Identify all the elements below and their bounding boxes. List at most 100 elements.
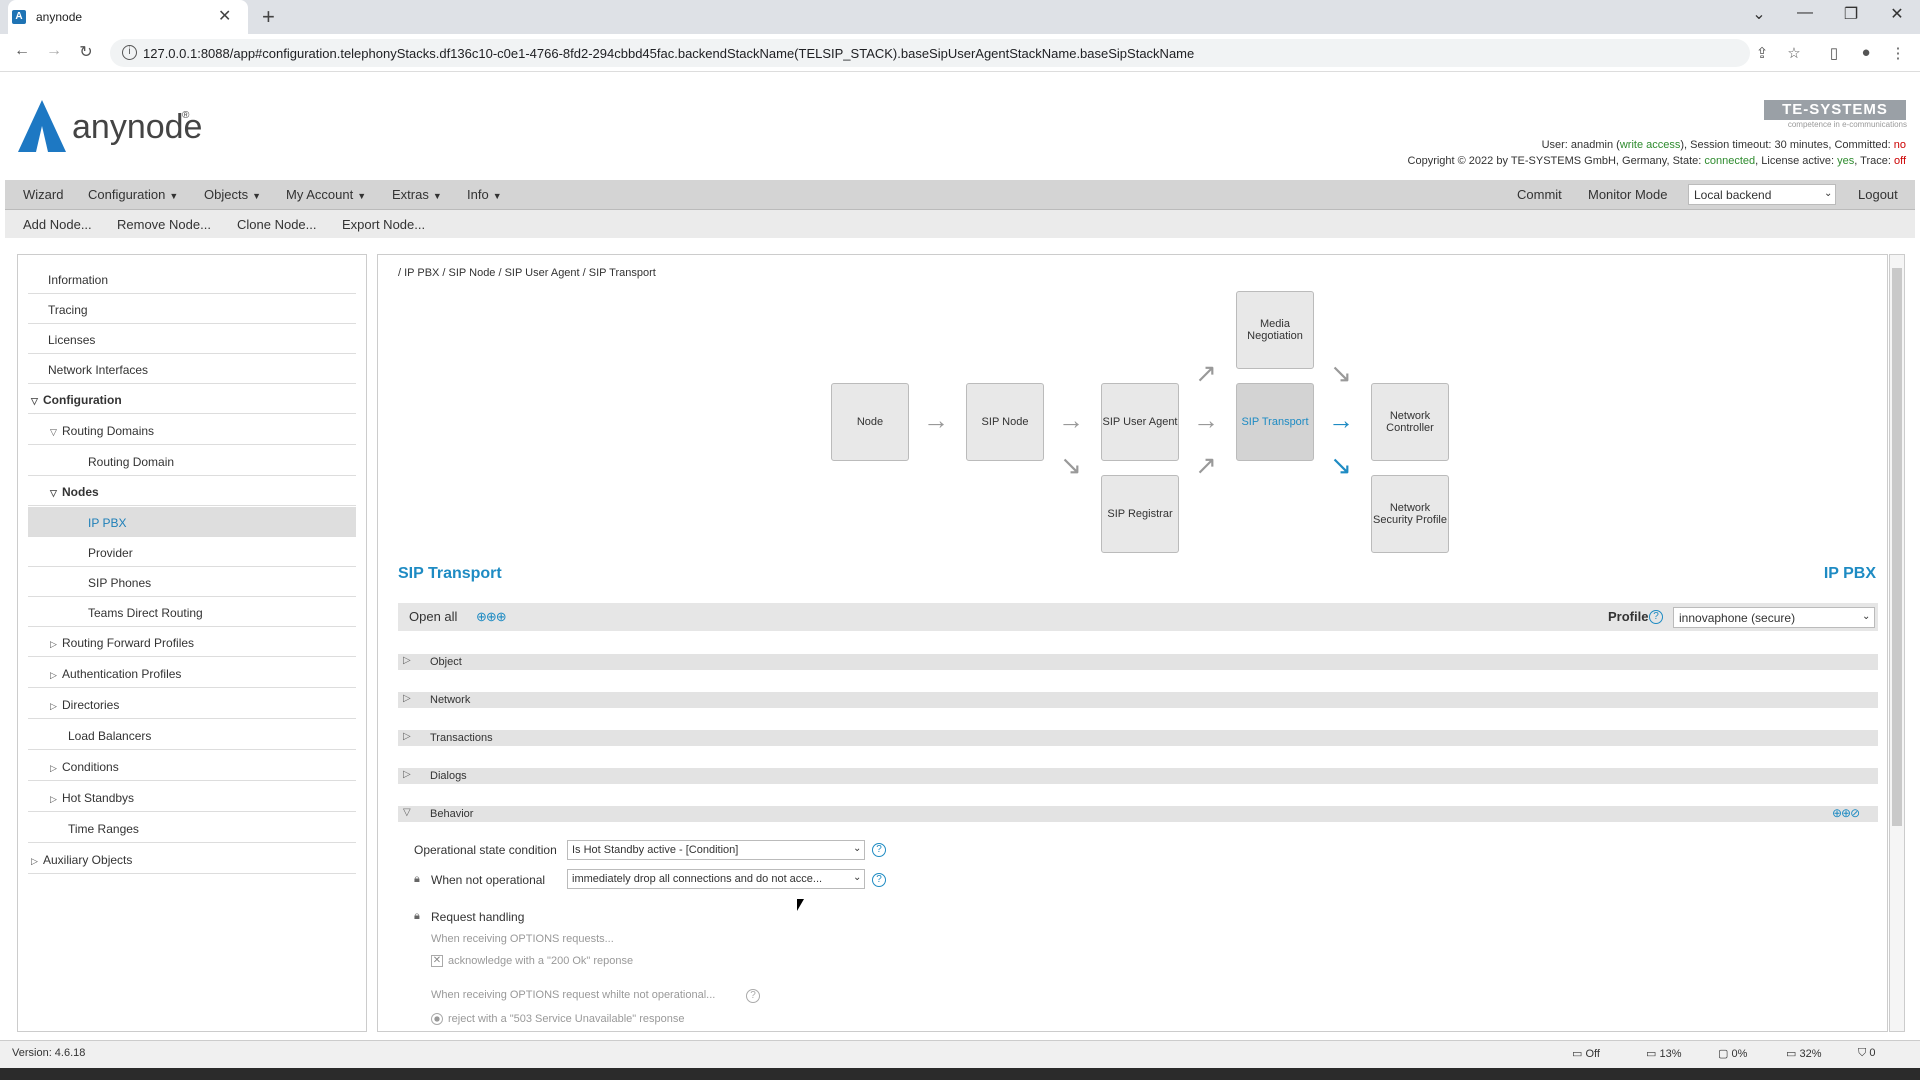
sidebar-item-label: Authentication Profiles bbox=[62, 667, 182, 681]
op-state-label: Operational state condition bbox=[414, 843, 557, 857]
diagram-node[interactable]: Node bbox=[831, 383, 909, 461]
group-network[interactable]: Network bbox=[398, 692, 1878, 708]
reload-icon[interactable]: ↻ bbox=[76, 42, 96, 62]
commit-button[interactable]: Commit bbox=[1517, 187, 1562, 202]
sidebar-item-routing-forward-profiles[interactable]: ▷ Routing Forward Profiles bbox=[28, 627, 356, 657]
menu-wizard[interactable]: Wizard bbox=[23, 187, 63, 202]
breadcrumb: / IP PBX / SIP Node / SIP User Agent / S… bbox=[398, 267, 656, 279]
disk-icon: ▭ bbox=[1646, 1048, 1660, 1060]
export-node-button[interactable]: Export Node... bbox=[342, 217, 425, 232]
sidebar-item-sip-phones[interactable]: SIP Phones bbox=[28, 567, 356, 597]
menu-configuration[interactable]: Configuration ▼ bbox=[88, 187, 178, 202]
help-icon[interactable]: ? bbox=[746, 989, 760, 1003]
sidebar-item-nodes[interactable]: ▽ Nodes bbox=[28, 476, 356, 506]
collapsed-triangle-icon[interactable]: ▷ bbox=[403, 655, 411, 666]
not-op-select[interactable]: immediately drop all connections and do … bbox=[567, 869, 865, 889]
collapsed-triangle-icon[interactable]: ▷ bbox=[403, 769, 411, 780]
side-panel-icon[interactable]: ▯ bbox=[1824, 44, 1844, 62]
diagram-sip-registrar[interactable]: SIP Registrar bbox=[1101, 475, 1179, 553]
sidebar-item-network-interfaces[interactable]: Network Interfaces bbox=[28, 354, 356, 384]
minimize-icon[interactable]: — bbox=[1790, 4, 1820, 22]
sidebar-item-conditions[interactable]: ▷ Conditions bbox=[28, 751, 356, 781]
window-close-icon[interactable]: ✕ bbox=[1882, 4, 1912, 24]
chevron-down-icon: ⌄ bbox=[1862, 611, 1871, 622]
options-ack-checkbox[interactable]: ✕ bbox=[431, 955, 443, 967]
sidebar-item-directories[interactable]: ▷ Directories bbox=[28, 689, 356, 719]
back-icon[interactable]: ← bbox=[12, 42, 32, 60]
user-session-info: User: anadmin (write access), Session ti… bbox=[1000, 139, 1906, 151]
help-icon[interactable]: ? bbox=[1649, 610, 1663, 624]
open-all-button[interactable]: Open all bbox=[409, 609, 457, 624]
sidebar-item-teams-direct-routing[interactable]: Teams Direct Routing bbox=[28, 597, 356, 627]
status-memory: ▭ 32% bbox=[1786, 1047, 1821, 1060]
sidebar-item-routing-domain[interactable]: Routing Domain bbox=[28, 446, 356, 476]
menu-info[interactable]: Info ▼ bbox=[467, 187, 502, 202]
backend-select[interactable]: Local backend bbox=[1688, 184, 1836, 205]
diagram-network-controller[interactable]: Network Controller bbox=[1371, 383, 1449, 461]
help-icon[interactable]: ? bbox=[872, 843, 886, 857]
share-icon[interactable]: ⇪ bbox=[1752, 44, 1772, 62]
diagram-media-negotiation[interactable]: Media Negotiation bbox=[1236, 291, 1314, 369]
expand-options-icon[interactable]: ⊕⊕⊕ bbox=[476, 609, 507, 625]
sidebar-item-ip-pbx[interactable]: IP PBX bbox=[28, 507, 356, 537]
tab-close-icon[interactable]: ✕ bbox=[218, 6, 231, 26]
user-access: write access bbox=[1619, 139, 1681, 151]
group-behavior[interactable]: Behavior bbox=[398, 806, 1878, 822]
expanded-triangle-icon[interactable]: ▽ bbox=[403, 807, 411, 818]
monitor-mode-button[interactable]: Monitor Mode bbox=[1588, 187, 1667, 202]
group-object[interactable]: Object bbox=[398, 654, 1878, 670]
profile-icon[interactable]: ● bbox=[1856, 44, 1876, 61]
group-transactions[interactable]: Transactions bbox=[398, 730, 1878, 746]
new-tab-icon[interactable]: + bbox=[262, 4, 275, 30]
tab-search-icon[interactable]: ⌄ bbox=[1744, 4, 1774, 24]
sidebar-item-load-balancers[interactable]: Load Balancers bbox=[28, 720, 356, 750]
sidebar-item-authentication-profiles[interactable]: ▷ Authentication Profiles bbox=[28, 658, 356, 688]
diagram-sip-user-agent[interactable]: SIP User Agent bbox=[1101, 383, 1179, 461]
group-options-icon[interactable]: ⊕⊕⊘ bbox=[1832, 806, 1860, 820]
sidebar-item-hot-standbys[interactable]: ▷ Hot Standbys bbox=[28, 782, 356, 812]
op-state-select[interactable]: Is Hot Standby active - [Condition] bbox=[567, 840, 865, 860]
forward-icon[interactable]: → bbox=[44, 42, 64, 60]
sidebar-item-information[interactable]: Information bbox=[28, 264, 356, 294]
profile-select[interactable]: innovaphone (secure) bbox=[1673, 607, 1875, 628]
clone-node-button[interactable]: Clone Node... bbox=[237, 217, 317, 232]
sidebar-item-routing-domains[interactable]: ▽ Routing Domains bbox=[28, 415, 356, 445]
memory-icon: ▭ bbox=[1786, 1048, 1800, 1060]
diagram-sip-transport[interactable]: SIP Transport bbox=[1236, 383, 1314, 461]
collapsed-triangle-icon[interactable]: ▷ bbox=[403, 693, 411, 704]
url-text[interactable]: 127.0.0.1:8088/app#configuration.telepho… bbox=[143, 46, 1194, 61]
te-systems-logo: TE-SYSTEMS bbox=[1764, 100, 1906, 120]
browser-menu-icon[interactable]: ⋮ bbox=[1888, 44, 1908, 62]
sidebar-item-configuration[interactable]: ▽ Configuration bbox=[28, 384, 356, 414]
restore-icon[interactable]: ❐ bbox=[1836, 4, 1866, 24]
add-node-button[interactable]: Add Node... bbox=[23, 217, 92, 232]
sidebar-item-tracing[interactable]: Tracing bbox=[28, 294, 356, 324]
sidebar-item-licenses[interactable]: Licenses bbox=[28, 324, 356, 354]
remove-node-button[interactable]: Remove Node... bbox=[117, 217, 211, 232]
diagram-sip-node[interactable]: SIP Node bbox=[966, 383, 1044, 461]
diagram-network-security-profile[interactable]: Network Security Profile bbox=[1371, 475, 1449, 553]
sidebar-item-auxiliary-objects[interactable]: ▷ Auxiliary Objects bbox=[28, 844, 356, 874]
sidebar-item-time-ranges[interactable]: Time Ranges bbox=[28, 813, 356, 843]
menu-extras[interactable]: Extras ▼ bbox=[392, 187, 442, 202]
status-bar bbox=[0, 1040, 1920, 1068]
expanded-triangle-icon: ▽ bbox=[50, 427, 57, 437]
group-dialogs[interactable]: Dialogs bbox=[398, 768, 1878, 784]
site-info-icon[interactable]: i bbox=[122, 45, 137, 60]
options-reject-radio[interactable] bbox=[431, 1013, 443, 1025]
anynode-logo-inner bbox=[36, 126, 48, 152]
lock-icon: 🔒︎ bbox=[414, 910, 420, 922]
collapsed-triangle-icon[interactable]: ▷ bbox=[403, 731, 411, 742]
collapsed-triangle-icon: ▷ bbox=[50, 701, 57, 711]
menu-configuration-label: Configuration bbox=[88, 187, 166, 202]
collapsed-triangle-icon: ▷ bbox=[31, 856, 38, 866]
browser-tabstrip bbox=[0, 0, 1920, 34]
menu-my-account[interactable]: My Account ▼ bbox=[286, 187, 366, 202]
sidebar-item-provider[interactable]: Provider bbox=[28, 537, 356, 567]
bookmark-star-icon[interactable]: ☆ bbox=[1784, 44, 1804, 62]
scrollbar-thumb[interactable] bbox=[1892, 268, 1902, 826]
menu-objects[interactable]: Objects ▼ bbox=[204, 187, 261, 202]
trace-status: off bbox=[1893, 155, 1906, 167]
logout-button[interactable]: Logout bbox=[1858, 187, 1898, 202]
help-icon[interactable]: ? bbox=[872, 873, 886, 887]
